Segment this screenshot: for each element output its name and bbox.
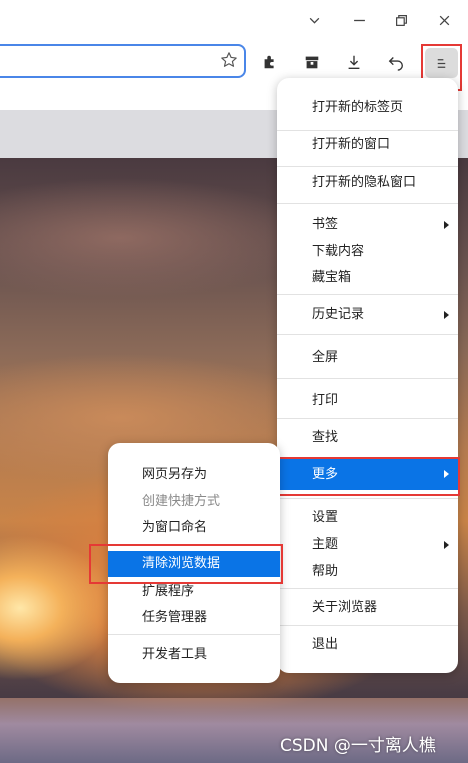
close-button[interactable] <box>430 8 458 32</box>
submenu-item-name-window[interactable]: 为窗口命名 <box>108 515 280 541</box>
chevron-right-icon <box>444 311 449 319</box>
menu-item-print[interactable]: 打印 <box>277 388 458 414</box>
address-bar[interactable] <box>0 44 246 78</box>
menu-item-history[interactable]: 历史记录 <box>277 302 458 328</box>
submenu-item-task-manager[interactable]: 任务管理器 <box>108 605 280 631</box>
menu-item-settings[interactable]: 设置 <box>277 505 458 531</box>
treasure-box-icon[interactable] <box>299 49 325 75</box>
chevron-down-icon[interactable] <box>300 8 328 32</box>
menu-item-find[interactable]: 查找 <box>277 425 458 451</box>
annotation-box-clear-data <box>89 544 283 584</box>
menu-item-help[interactable]: 帮助 <box>277 559 458 585</box>
menu-item-theme[interactable]: 主题 <box>277 532 458 558</box>
menu-item-new-window[interactable]: 打开新的窗口 <box>277 132 458 158</box>
title-bar <box>0 0 468 40</box>
minimize-button[interactable] <box>345 8 373 32</box>
menu-item-new-tab[interactable]: 打开新的标签页 <box>277 95 458 121</box>
chevron-right-icon <box>444 541 449 549</box>
restore-button[interactable] <box>387 8 415 32</box>
extensions-icon[interactable] <box>257 49 283 75</box>
undo-icon[interactable] <box>383 49 409 75</box>
menu-item-treasure-box[interactable]: 藏宝箱 <box>277 265 458 291</box>
menu-item-bookmarks[interactable]: 书签 <box>277 212 458 238</box>
chevron-right-icon <box>444 221 449 229</box>
submenu-item-save-page-as[interactable]: 网页另存为 <box>108 462 280 488</box>
main-menu: 打开新的标签页 打开新的窗口 打开新的隐私窗口 书签 下载内容 藏宝箱 历史记录… <box>277 78 458 673</box>
menu-item-exit[interactable]: 退出 <box>277 632 458 658</box>
watermark: CSDN @一寸离人樵 <box>280 736 436 756</box>
submenu-item-create-shortcut: 创建快捷方式 <box>142 494 221 509</box>
annotation-box-more <box>272 457 460 496</box>
submenu-item-developer-tools[interactable]: 开发者工具 <box>108 642 280 668</box>
menu-item-new-private-window[interactable]: 打开新的隐私窗口 <box>277 170 458 196</box>
menu-item-downloads[interactable]: 下载内容 <box>277 239 458 265</box>
star-icon[interactable] <box>220 51 238 69</box>
menu-item-fullscreen[interactable]: 全屏 <box>277 345 458 371</box>
download-icon[interactable] <box>341 49 367 75</box>
menu-item-about[interactable]: 关于浏览器 <box>277 595 458 621</box>
